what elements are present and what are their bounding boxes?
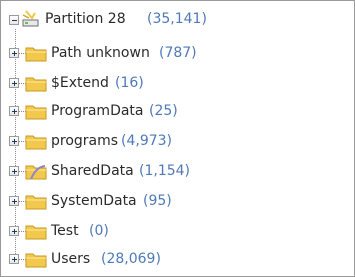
folder-icon — [25, 193, 47, 218]
tree-item-count: (4,973) — [121, 133, 173, 149]
folder-tree: Partition 28 (35,141) Path unknown (787) — [1, 1, 354, 276]
tree-item-count: (0) — [89, 223, 109, 239]
tree-item-programs[interactable]: programs (4,973) — [1, 129, 351, 153]
tree-item-count: (25) — [149, 103, 178, 119]
tree-item-label: Path unknown — [51, 45, 150, 61]
folder-icon — [25, 223, 47, 248]
tree-item-label: $Extend — [51, 75, 109, 91]
tree-item-path-unknown[interactable]: Path unknown (787) — [1, 41, 351, 65]
tree-root-partition[interactable]: Partition 28 (35,141) — [1, 7, 351, 31]
folder-icon — [25, 251, 47, 276]
tree-item-systemdata[interactable]: SystemData (95) — [1, 189, 351, 213]
shared-folder-icon — [25, 163, 47, 188]
tree-item-label: Test — [51, 223, 79, 239]
folder-icon — [25, 103, 47, 128]
tree-item-count: (1,154) — [139, 163, 191, 179]
folder-tree-panel: Partition 28 (35,141) Path unknown (787) — [0, 0, 355, 277]
tree-item-label: programs — [51, 133, 119, 149]
tree-item-test[interactable]: Test (0) — [1, 219, 351, 243]
tree-root-count: (35,141) — [147, 11, 207, 27]
tree-item-count: (16) — [115, 75, 144, 91]
tree-item-label: ProgramData — [51, 103, 144, 119]
tree-item-count: (28,069) — [101, 251, 161, 267]
tree-item-label: SystemData — [51, 193, 137, 209]
tree-item-count: (95) — [143, 193, 172, 209]
tree-item-label: SharedData — [51, 163, 134, 179]
tree-item-count: (787) — [159, 45, 197, 61]
folder-icon — [25, 75, 47, 100]
folder-icon — [25, 45, 47, 70]
tree-item-programdata[interactable]: ProgramData (25) — [1, 99, 351, 123]
tree-root-label: Partition 28 — [45, 11, 126, 27]
tree-item-label: Users — [51, 251, 91, 267]
tree-item-shareddata[interactable]: SharedData (1,154) — [1, 159, 351, 183]
tree-item-users[interactable]: Users (28,069) — [1, 247, 351, 271]
folder-icon — [25, 133, 47, 158]
partition-icon — [21, 9, 41, 36]
tree-item-extend[interactable]: $Extend (16) — [1, 71, 351, 95]
